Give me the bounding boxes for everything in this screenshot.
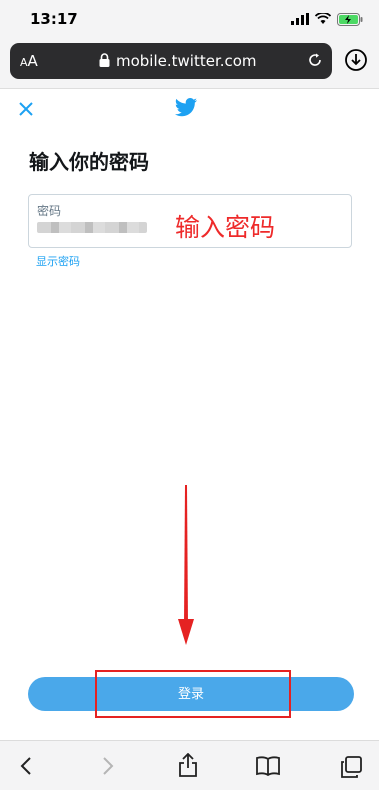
annotation-label: 输入密码: [175, 213, 276, 242]
share-icon[interactable]: [178, 753, 198, 777]
password-label: 密码: [37, 204, 62, 218]
show-password-link[interactable]: 显示密码: [36, 253, 80, 269]
battery-charging-icon: [337, 12, 363, 26]
lock-icon: [99, 53, 110, 67]
status-bar: 13:17: [0, 0, 379, 38]
back-icon[interactable]: [19, 756, 33, 776]
tabs-icon[interactable]: [340, 756, 362, 778]
reload-icon[interactable]: [306, 51, 324, 69]
close-icon[interactable]: [17, 100, 35, 118]
browser-address-area: AA mobile.twitter.com: [0, 38, 379, 89]
browser-toolbar: [0, 740, 379, 790]
text-size-button[interactable]: AA: [20, 52, 38, 70]
download-icon[interactable]: [344, 48, 368, 72]
page-title: 输入你的密码: [29, 150, 149, 174]
bookmarks-icon[interactable]: [256, 756, 280, 776]
status-icons: [291, 11, 363, 27]
twitter-bird-icon: [175, 98, 197, 117]
status-time: 13:17: [30, 10, 78, 28]
wifi-icon: [315, 13, 331, 24]
password-masked-value: [37, 222, 147, 233]
signal-icon: [291, 13, 309, 25]
address-bar[interactable]: AA mobile.twitter.com: [10, 43, 332, 79]
url-text: mobile.twitter.com: [116, 52, 257, 70]
forward-icon[interactable]: [101, 756, 115, 776]
red-highlight-box: [95, 670, 291, 718]
red-arrow-annotation: [178, 485, 194, 645]
